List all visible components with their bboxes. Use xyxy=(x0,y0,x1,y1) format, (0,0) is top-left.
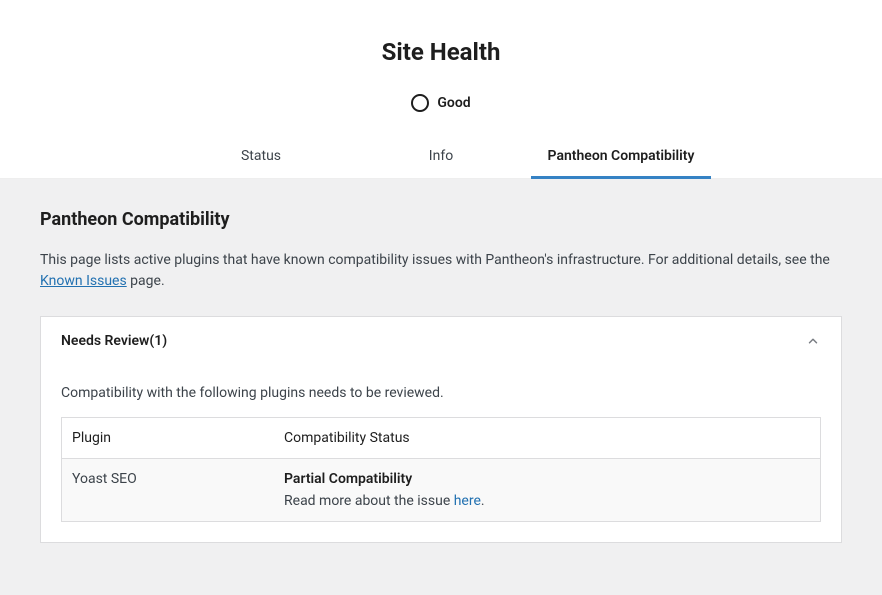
section-desc-post: page. xyxy=(127,273,165,289)
tabs: Status Info Pantheon Compatibility xyxy=(0,136,882,179)
needs-review-card: Needs Review(1) Compatibility with the f… xyxy=(40,316,842,543)
plugin-name-cell: Yoast SEO xyxy=(62,459,275,522)
compat-status-cell: Partial Compatibility Read more about th… xyxy=(274,459,820,522)
known-issues-link[interactable]: Known Issues xyxy=(40,273,127,289)
compat-status-text: Read more about the issue here. xyxy=(284,493,810,509)
status-indicator: Good xyxy=(0,94,882,112)
read-more-link[interactable]: here xyxy=(454,493,481,509)
section-desc-pre: This page lists active plugins that have… xyxy=(40,252,830,268)
compatibility-table: Plugin Compatibility Status Yoast SEO Pa… xyxy=(61,417,821,522)
page-title: Site Health xyxy=(0,38,882,66)
status-circle-icon xyxy=(411,94,429,112)
tab-info[interactable]: Info xyxy=(351,136,531,178)
card-body: Compatibility with the following plugins… xyxy=(41,385,841,542)
tab-pantheon-compatibility[interactable]: Pantheon Compatibility xyxy=(531,136,711,179)
compat-status-label: Partial Compatibility xyxy=(284,471,810,487)
card-header-title: Needs Review(1) xyxy=(61,333,167,349)
table-header-status: Compatibility Status xyxy=(274,418,820,459)
section-description: This page lists active plugins that have… xyxy=(40,250,842,292)
status-label: Good xyxy=(437,95,470,111)
compat-text-post: . xyxy=(481,493,485,509)
content-area: Pantheon Compatibility This page lists a… xyxy=(0,179,882,595)
card-header-toggle[interactable]: Needs Review(1) xyxy=(41,317,841,365)
compat-text-pre: Read more about the issue xyxy=(284,493,454,509)
chevron-up-icon xyxy=(805,333,821,349)
tab-status[interactable]: Status xyxy=(171,136,351,178)
table-row: Yoast SEO Partial Compatibility Read mor… xyxy=(62,459,821,522)
section-title: Pantheon Compatibility xyxy=(40,209,842,230)
table-header-plugin: Plugin xyxy=(62,418,275,459)
card-description: Compatibility with the following plugins… xyxy=(61,385,821,401)
